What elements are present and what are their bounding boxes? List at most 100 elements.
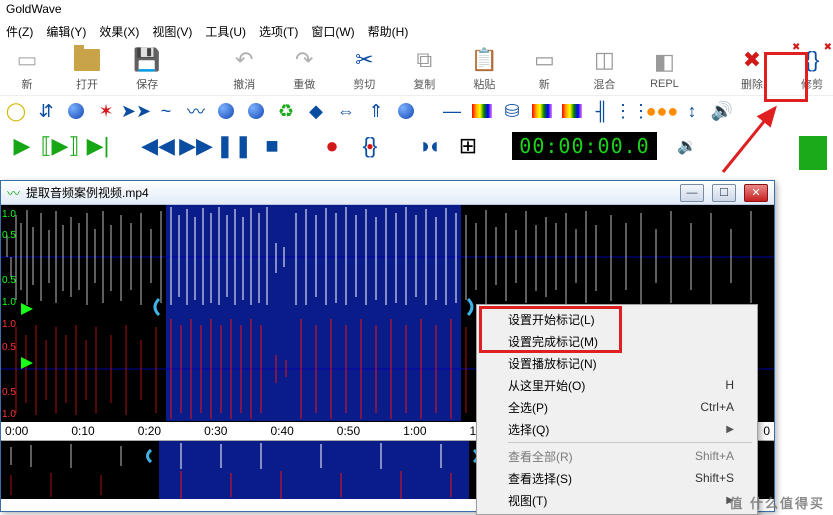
paste-icon: 📋 bbox=[470, 46, 498, 74]
save-icon: 💾 bbox=[133, 46, 161, 74]
menu-window[interactable]: 窗口(W) bbox=[311, 23, 354, 39]
save-button[interactable]: 💾 保存 bbox=[126, 46, 168, 92]
time-label: 0:30 bbox=[204, 424, 227, 438]
effect-dome-icon[interactable]: ⛁ bbox=[502, 101, 522, 121]
copy-button[interactable]: ⧉ 复制 bbox=[403, 46, 445, 92]
svg-text:0.5: 0.5 bbox=[2, 387, 16, 398]
effect-arrows-icon[interactable]: ➤➤ bbox=[126, 101, 146, 121]
maximize-button[interactable]: ☐ bbox=[712, 184, 736, 202]
undo-button[interactable]: ↶ 撤消 bbox=[223, 46, 265, 92]
watermark: 值 什么值得买 bbox=[729, 493, 825, 512]
svg-text:0.5: 0.5 bbox=[2, 230, 16, 241]
effect-pulse-icon[interactable]: ╢ bbox=[592, 101, 612, 121]
properties-button[interactable]: ⊞ bbox=[454, 132, 482, 160]
ctx-set-end[interactable]: 设置完成标记(M) bbox=[480, 330, 754, 352]
effect-dots-icon[interactable]: ●●● bbox=[652, 101, 672, 121]
close-button[interactable]: ✕ bbox=[744, 184, 768, 202]
menu-effect[interactable]: 效果(X) bbox=[99, 23, 139, 39]
effect-ball3-icon[interactable] bbox=[246, 101, 266, 121]
app-titlebar: GoldWave bbox=[0, 0, 833, 20]
wave-icon: 〰 bbox=[7, 183, 20, 202]
scissors-icon: ✂ bbox=[350, 46, 378, 74]
menu-option[interactable]: 选项(T) bbox=[259, 23, 298, 39]
play-button[interactable]: ▶ bbox=[8, 132, 36, 160]
effect-rainbow1-icon[interactable] bbox=[472, 101, 492, 121]
menubar: 件(Z) 编辑(Y) 效果(X) 视图(V) 工具(U) 选项(T) 窗口(W)… bbox=[0, 20, 833, 42]
transport-toolbar: ▶ ⟦▶⟧ ▶| ◀◀ ▶▶ ❚❚ ■ ● {}● ◑◐ ⊞ 00:00:00.… bbox=[0, 126, 833, 166]
effect-bars-icon[interactable]: ⇵ bbox=[36, 101, 56, 121]
main-toolbar: ▭ 新 打开 💾 保存 ↶ 撤消 ↷ 重做 ✂ 剪切 ⧉ 复制 📋 粘贴 ▭ 新… bbox=[0, 42, 833, 96]
menu-tool[interactable]: 工具(U) bbox=[205, 23, 246, 39]
play-to-end-button[interactable]: ▶| bbox=[84, 132, 112, 160]
svg-text:0.5: 0.5 bbox=[2, 275, 16, 286]
ctx-view-selection[interactable]: 查看选择(S)Shift+S bbox=[480, 467, 754, 489]
minimize-button[interactable]: — bbox=[680, 184, 704, 202]
timecode-display: 00:00:00.0 bbox=[512, 132, 657, 160]
loop-button[interactable]: ◑◐ bbox=[416, 132, 444, 160]
mix-button[interactable]: ◫ 混合 bbox=[583, 46, 625, 92]
pause-button[interactable]: ❚❚ bbox=[220, 132, 248, 160]
doc-titlebar: 〰 提取音频案例视频.mp4 — ☐ ✕ bbox=[1, 181, 774, 205]
effects-toolbar: ◯ ⇵ ✶ ➤➤ ~ 〰 ♻ ◆ ⇔ ⇑ — ⛁ ╢ ⋮⋮ ●●● ↕ 🔊 bbox=[0, 96, 833, 126]
redo-button[interactable]: ↷ 重做 bbox=[283, 46, 325, 92]
effect-ball2-icon[interactable] bbox=[216, 101, 236, 121]
record-button[interactable]: ● bbox=[318, 132, 346, 160]
effect-wave2-icon[interactable]: 〰 bbox=[186, 101, 206, 121]
ctx-set-play[interactable]: 设置播放标记(N) bbox=[480, 352, 754, 374]
ctx-from-here[interactable]: 从这里开始(O)H bbox=[480, 374, 754, 396]
time-label: 0:20 bbox=[138, 424, 161, 438]
ctx-view[interactable]: 视图(T)▶ bbox=[480, 489, 754, 511]
record-selection-button[interactable]: {}● bbox=[356, 132, 384, 160]
undo-icon: ↶ bbox=[230, 46, 258, 74]
ctx-select[interactable]: 选择(Q)▶ bbox=[480, 418, 754, 440]
open-button[interactable]: 打开 bbox=[66, 46, 108, 92]
copy-icon: ⧉ bbox=[410, 46, 438, 74]
effect-rainbow3-icon[interactable] bbox=[562, 101, 582, 121]
trim-button[interactable]: {} ✖ ✖ 修剪 bbox=[791, 46, 833, 92]
effect-recycle-icon[interactable]: ♻ bbox=[276, 101, 296, 121]
cut-button[interactable]: ✂ 剪切 bbox=[343, 46, 385, 92]
speaker-icon[interactable]: 🔉 bbox=[677, 136, 699, 156]
stop-button[interactable]: ■ bbox=[258, 132, 286, 160]
time-label: 0:50 bbox=[337, 424, 360, 438]
svg-text:1.0: 1.0 bbox=[2, 409, 16, 420]
effect-line-icon[interactable]: — bbox=[442, 101, 462, 121]
new-doc-icon: ▭ bbox=[530, 46, 558, 74]
effect-bulb-icon[interactable]: ◯ bbox=[6, 101, 26, 121]
effect-scale-icon[interactable]: ↕ bbox=[682, 101, 702, 121]
effect-ball1-icon[interactable] bbox=[66, 101, 86, 121]
doc-title: 提取音频案例视频.mp4 bbox=[26, 184, 672, 201]
menu-edit[interactable]: 编辑(Y) bbox=[46, 23, 86, 39]
redo-icon: ↷ bbox=[290, 46, 318, 74]
ctx-set-start[interactable]: 设置开始标记(L) bbox=[480, 308, 754, 330]
effect-speaker-icon[interactable]: 🔊 bbox=[712, 101, 732, 121]
ctx-select-all[interactable]: 全选(P)Ctrl+A bbox=[480, 396, 754, 418]
time-label: 0:00 bbox=[5, 424, 28, 438]
ctx-view-all: 查看全部(R)Shift+A bbox=[480, 445, 754, 467]
effect-up-arrow-icon[interactable]: ⇑ bbox=[366, 101, 386, 121]
effect-rainbow2-icon[interactable] bbox=[532, 101, 552, 121]
paste-button[interactable]: 📋 粘贴 bbox=[463, 46, 505, 92]
time-label-end: 0 bbox=[763, 424, 770, 438]
effect-double-arrow-icon[interactable]: ⇔ bbox=[336, 101, 356, 121]
menu-file[interactable]: 件(Z) bbox=[6, 23, 33, 39]
effect-cross-icon[interactable]: ✶ bbox=[96, 101, 116, 121]
effect-diamond-icon[interactable]: ◆ bbox=[306, 101, 326, 121]
delete-button[interactable]: ✖ 删除 bbox=[731, 46, 773, 92]
new-button[interactable]: ▭ 新 bbox=[6, 46, 48, 92]
menu-view[interactable]: 视图(V) bbox=[152, 23, 192, 39]
menu-help[interactable]: 帮助(H) bbox=[368, 23, 409, 39]
repl-button[interactable]: ◧ REPL bbox=[643, 48, 685, 90]
time-label: 0:10 bbox=[71, 424, 94, 438]
effect-wave1-icon[interactable]: ~ bbox=[156, 101, 176, 121]
forward-button[interactable]: ▶▶ bbox=[182, 132, 210, 160]
play-selection-button[interactable]: ⟦▶⟧ bbox=[46, 132, 74, 160]
svg-text:1.0: 1.0 bbox=[2, 209, 16, 220]
effect-ball4-icon[interactable] bbox=[396, 101, 416, 121]
effect-burst-icon[interactable]: ⋮⋮ bbox=[622, 101, 642, 121]
new2-button[interactable]: ▭ 新 bbox=[523, 46, 565, 92]
context-menu: 设置开始标记(L) 设置完成标记(M) 设置播放标记(N) 从这里开始(O)H … bbox=[476, 304, 758, 515]
rewind-button[interactable]: ◀◀ bbox=[144, 132, 172, 160]
time-label: 0:40 bbox=[270, 424, 293, 438]
svg-text:0.5: 0.5 bbox=[2, 342, 16, 353]
